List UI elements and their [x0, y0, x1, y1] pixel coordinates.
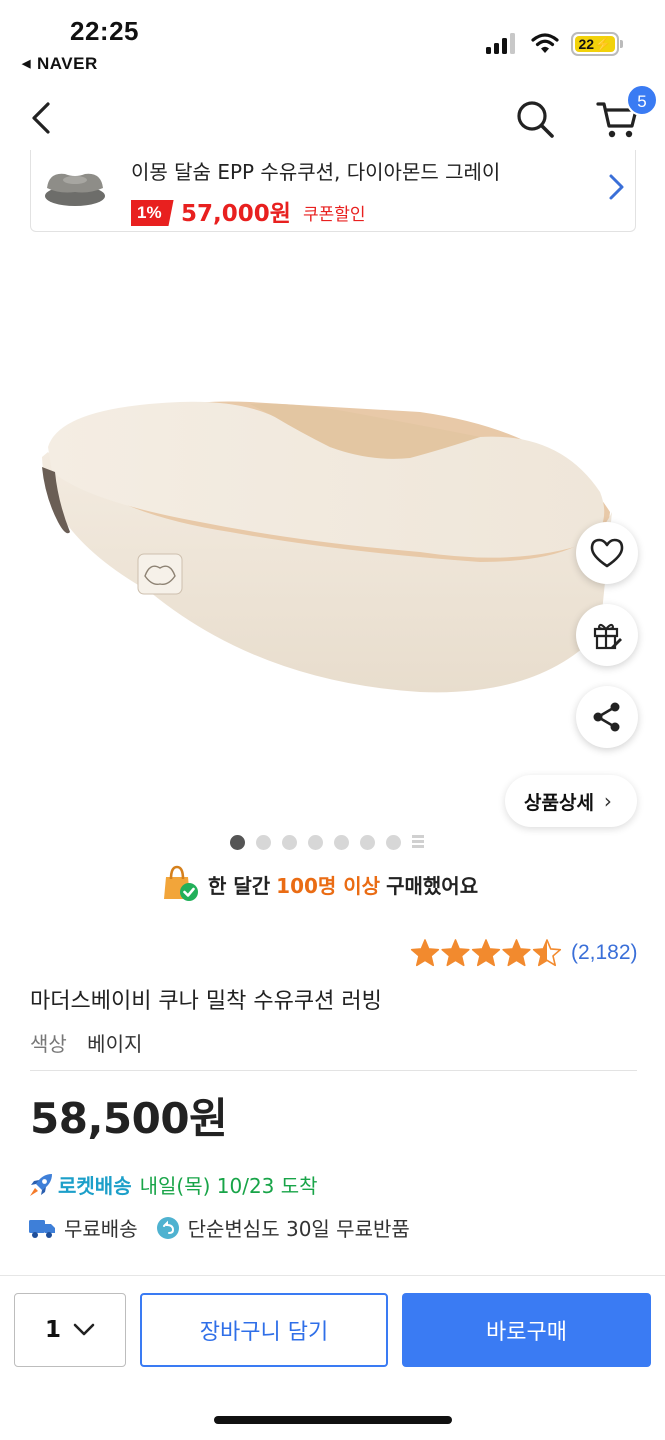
rating-stars — [410, 939, 562, 967]
rocket-delivery-label: 로켓배송 — [58, 1174, 132, 1198]
gallery-grid-icon[interactable] — [412, 835, 424, 849]
status-bar: 22:25 ◀ NAVER 22⚡ — [0, 0, 665, 80]
product-detail-label: 상품상세 — [524, 791, 594, 814]
star-icon — [471, 939, 501, 967]
notice-highlight: 100명 이상 — [276, 873, 381, 898]
divider — [30, 1070, 637, 1071]
battery-level: 22 — [578, 36, 595, 52]
buy-now-button[interactable]: 바로구매 — [402, 1293, 651, 1367]
rating[interactable]: (2,182) — [410, 938, 638, 968]
heart-icon — [590, 538, 624, 568]
arrival-date: 내일(목) 10/23 도착 — [139, 1174, 318, 1198]
chevron-right-icon[interactable] — [605, 172, 627, 202]
pager-dot[interactable] — [386, 834, 401, 850]
rocket-delivery: 로켓배송 내일(목) 10/23 도착 — [28, 1170, 318, 1199]
option-value: 베이지 — [87, 1032, 143, 1056]
product-detail-button[interactable]: 상품상세 › — [505, 775, 637, 827]
quantity-value: 1 — [44, 1317, 61, 1343]
image-pager — [230, 834, 424, 850]
wifi-icon — [531, 33, 559, 53]
banner-product-title: 이몽 달숨 EPP 수유쿠션, 다이아몬드 그레이 — [131, 160, 501, 184]
quantity-select[interactable]: 1 — [14, 1293, 126, 1367]
add-to-cart-button[interactable]: 장바구니 담기 — [140, 1293, 388, 1367]
option-label: 색상 — [30, 1032, 67, 1056]
charging-bolt-icon: ⚡ — [594, 36, 612, 52]
share-button[interactable] — [576, 686, 638, 748]
review-count[interactable]: (2,182) — [571, 941, 638, 965]
free-shipping-label: 무료배송 — [64, 1217, 138, 1241]
shipping-info: 무료배송 단순변심도 30일 무료반품 — [28, 1213, 410, 1242]
coupon-label: 쿠폰할인 — [303, 205, 366, 225]
shopping-bag-check-icon — [164, 865, 198, 901]
pager-dot[interactable] — [360, 834, 375, 850]
product-name: 마더스베이비 쿠나 밀착 수유쿠션 러빙 — [30, 989, 382, 1014]
chevron-right-icon: › — [603, 789, 612, 813]
pager-dot[interactable] — [308, 834, 323, 850]
product-price: 58,500원 — [30, 1094, 228, 1143]
home-indicator[interactable] — [214, 1416, 452, 1424]
share-icon — [593, 702, 620, 732]
banner-price: 57,000원 — [181, 201, 291, 227]
return-policy-label: 단순변심도 30일 무료반품 — [187, 1217, 410, 1241]
star-icon — [502, 939, 531, 967]
purchase-count-notice: 한 달간 100명 이상 구매했어요 — [160, 864, 478, 904]
back-triangle-icon: ◀ — [22, 58, 31, 70]
return-icon — [156, 1216, 179, 1239]
gift-icon — [593, 623, 622, 650]
pager-dot[interactable] — [282, 834, 297, 850]
cart-count-badge[interactable]: 5 — [626, 84, 658, 116]
star-icon — [410, 939, 440, 967]
back-arrow-icon[interactable] — [24, 100, 60, 136]
chevron-down-icon — [73, 1323, 95, 1336]
cellular-signal-icon — [486, 32, 518, 54]
notice-prefix: 한 달간 — [208, 873, 271, 898]
search-icon[interactable] — [514, 98, 556, 140]
status-time: 22:25 — [70, 16, 139, 46]
product-option: 색상 베이지 — [30, 1028, 142, 1057]
back-to-app-link[interactable]: ◀ NAVER — [22, 54, 98, 74]
discount-badge: 1% — [131, 200, 174, 226]
wishlist-button[interactable] — [576, 522, 638, 584]
related-product-thumbnail — [45, 173, 105, 206]
product-image[interactable] — [0, 232, 665, 822]
rocket-icon — [30, 1173, 52, 1196]
truck-icon — [29, 1219, 55, 1238]
battery-icon: 22⚡ — [571, 32, 623, 56]
gift-button[interactable] — [576, 604, 638, 666]
pager-dot[interactable] — [230, 834, 245, 850]
back-app-label: NAVER — [36, 54, 98, 73]
related-product-banner[interactable]: 이몽 달숨 EPP 수유쿠션, 다이아몬드 그레이 1% 57,000원 쿠폰할… — [30, 150, 636, 232]
star-icon — [441, 939, 470, 967]
notice-suffix: 구매했어요 — [386, 873, 479, 898]
pager-dot[interactable] — [256, 834, 271, 850]
pager-dot[interactable] — [334, 834, 349, 850]
star-icon — [532, 939, 562, 967]
